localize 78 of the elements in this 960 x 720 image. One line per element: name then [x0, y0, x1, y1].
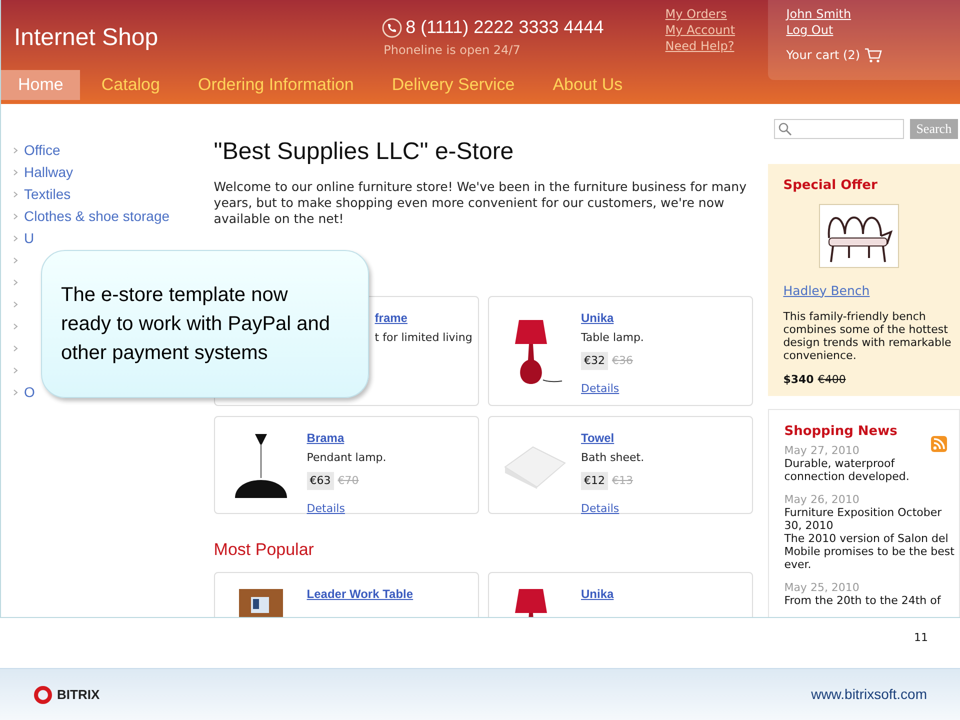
product-title-link[interactable]: Leader Work Table [306, 585, 414, 603]
price-tag: €12 [581, 472, 608, 490]
chevron-icon [13, 388, 18, 396]
chevron-icon [13, 322, 18, 330]
news-text: The 2010 version of Salon del Mobile promises to be the best ever. [784, 532, 955, 571]
price-tag: €32 [581, 352, 608, 370]
phone-icon [382, 18, 402, 38]
product-title-link[interactable]: frame [374, 309, 408, 327]
panel-heading: Shopping News [784, 423, 898, 441]
product-description: Bath sheet. [581, 450, 644, 466]
cart-link[interactable]: Your cart (2) [786, 46, 860, 64]
details-link[interactable]: Details [581, 381, 620, 398]
product-title-link[interactable]: Towel [581, 429, 614, 447]
account-link[interactable]: Need Help? [665, 38, 734, 54]
category-link[interactable]: Hallway [24, 162, 74, 182]
intro-paragraph: Welcome to our online furniture store! We've been in the furniture business for many years, but to make shopping even more convenient for our customers, we're now available on the net! [214, 179, 748, 227]
slide-number: 11 [914, 630, 928, 646]
old-price: €36 [612, 352, 633, 368]
product-title-link[interactable]: Brama [306, 429, 344, 447]
nav-tab[interactable]: Ordering Information [180, 70, 371, 100]
account-link[interactable]: My Account [665, 22, 736, 38]
work-table-drawing [236, 587, 285, 617]
cart-icon [864, 47, 882, 63]
chevron-icon [13, 256, 18, 264]
search-icon [778, 122, 792, 136]
offer-old-price: €400 [818, 372, 846, 388]
old-price: €13 [612, 472, 633, 488]
chevron-icon [13, 168, 18, 176]
details-link[interactable]: Details [581, 501, 620, 518]
logo-text: BITRIX [57, 686, 100, 704]
news-date: May 27, 2010 [784, 444, 860, 457]
chevron-icon [13, 234, 18, 242]
product-description: Pendant lamp. [306, 450, 386, 466]
product-description: Table lamp. [581, 330, 644, 346]
nav-tab[interactable]: Delivery Service [374, 70, 532, 100]
search-field[interactable] [774, 119, 904, 139]
phoneline-note: Phoneline is open 24/7 [382, 42, 522, 59]
phone-number: 8 (1111) 2222 3333 4444 [406, 16, 604, 39]
page-title: "Best Supplies LLC" e-Store [214, 137, 515, 167]
offer-title-link[interactable]: Hadley Bench [783, 282, 954, 300]
towel-drawing [503, 445, 567, 489]
section-heading: Most Popular [214, 540, 315, 560]
chevron-icon [13, 366, 18, 374]
category-link[interactable]: O [24, 382, 35, 402]
category-link[interactable]: Clothes & shoe storage [24, 206, 170, 226]
price-tag: €63 [306, 472, 334, 490]
chevron-icon [13, 300, 18, 308]
category-link[interactable]: U [24, 228, 34, 248]
news-date: May 25, 2010 [784, 581, 860, 594]
logo-icon [33, 684, 53, 704]
nav-tab[interactable]: About Us [536, 70, 640, 100]
shop-name: Internet Shop [14, 24, 158, 51]
nav-tab[interactable]: Catalog [84, 70, 177, 100]
chevron-icon [13, 190, 18, 198]
product-title-link[interactable]: Unika [581, 585, 614, 603]
panel-heading: Special Offer [783, 177, 878, 195]
rss-icon [931, 436, 947, 452]
user-name-link[interactable]: John Smith [786, 6, 852, 22]
category-link[interactable]: Office [24, 140, 60, 160]
callout-text: The e-store template now ready to work with PayPal and other payment systems [61, 282, 332, 366]
chevron-icon [13, 146, 18, 154]
news-date: May 26, 2010 [784, 493, 860, 506]
website-url: www.bitrixsoft.com [811, 685, 927, 704]
chevron-icon [13, 278, 18, 286]
logout-link[interactable]: Log Out [786, 22, 834, 38]
chevron-icon [13, 212, 18, 220]
offer-description: This family-friendly bench combines some of the hottest design trends with remarkable convenience. [783, 310, 952, 362]
product-title-link[interactable]: Unika [581, 309, 614, 327]
news-headline: Durable, waterproof connection developed. [784, 457, 910, 483]
chevron-icon [13, 344, 18, 352]
category-link[interactable]: Textiles [24, 184, 71, 204]
old-price: €70 [338, 472, 359, 488]
offer-price: $340 [783, 372, 814, 388]
product-description: t for limited living [374, 330, 472, 346]
account-link[interactable]: My Orders [665, 6, 727, 22]
news-headline: Furniture Exposition October 30, 2010 [784, 506, 943, 532]
news-headline: From the 20th to the 24th of [784, 594, 942, 607]
details-link[interactable]: Details [306, 501, 345, 518]
